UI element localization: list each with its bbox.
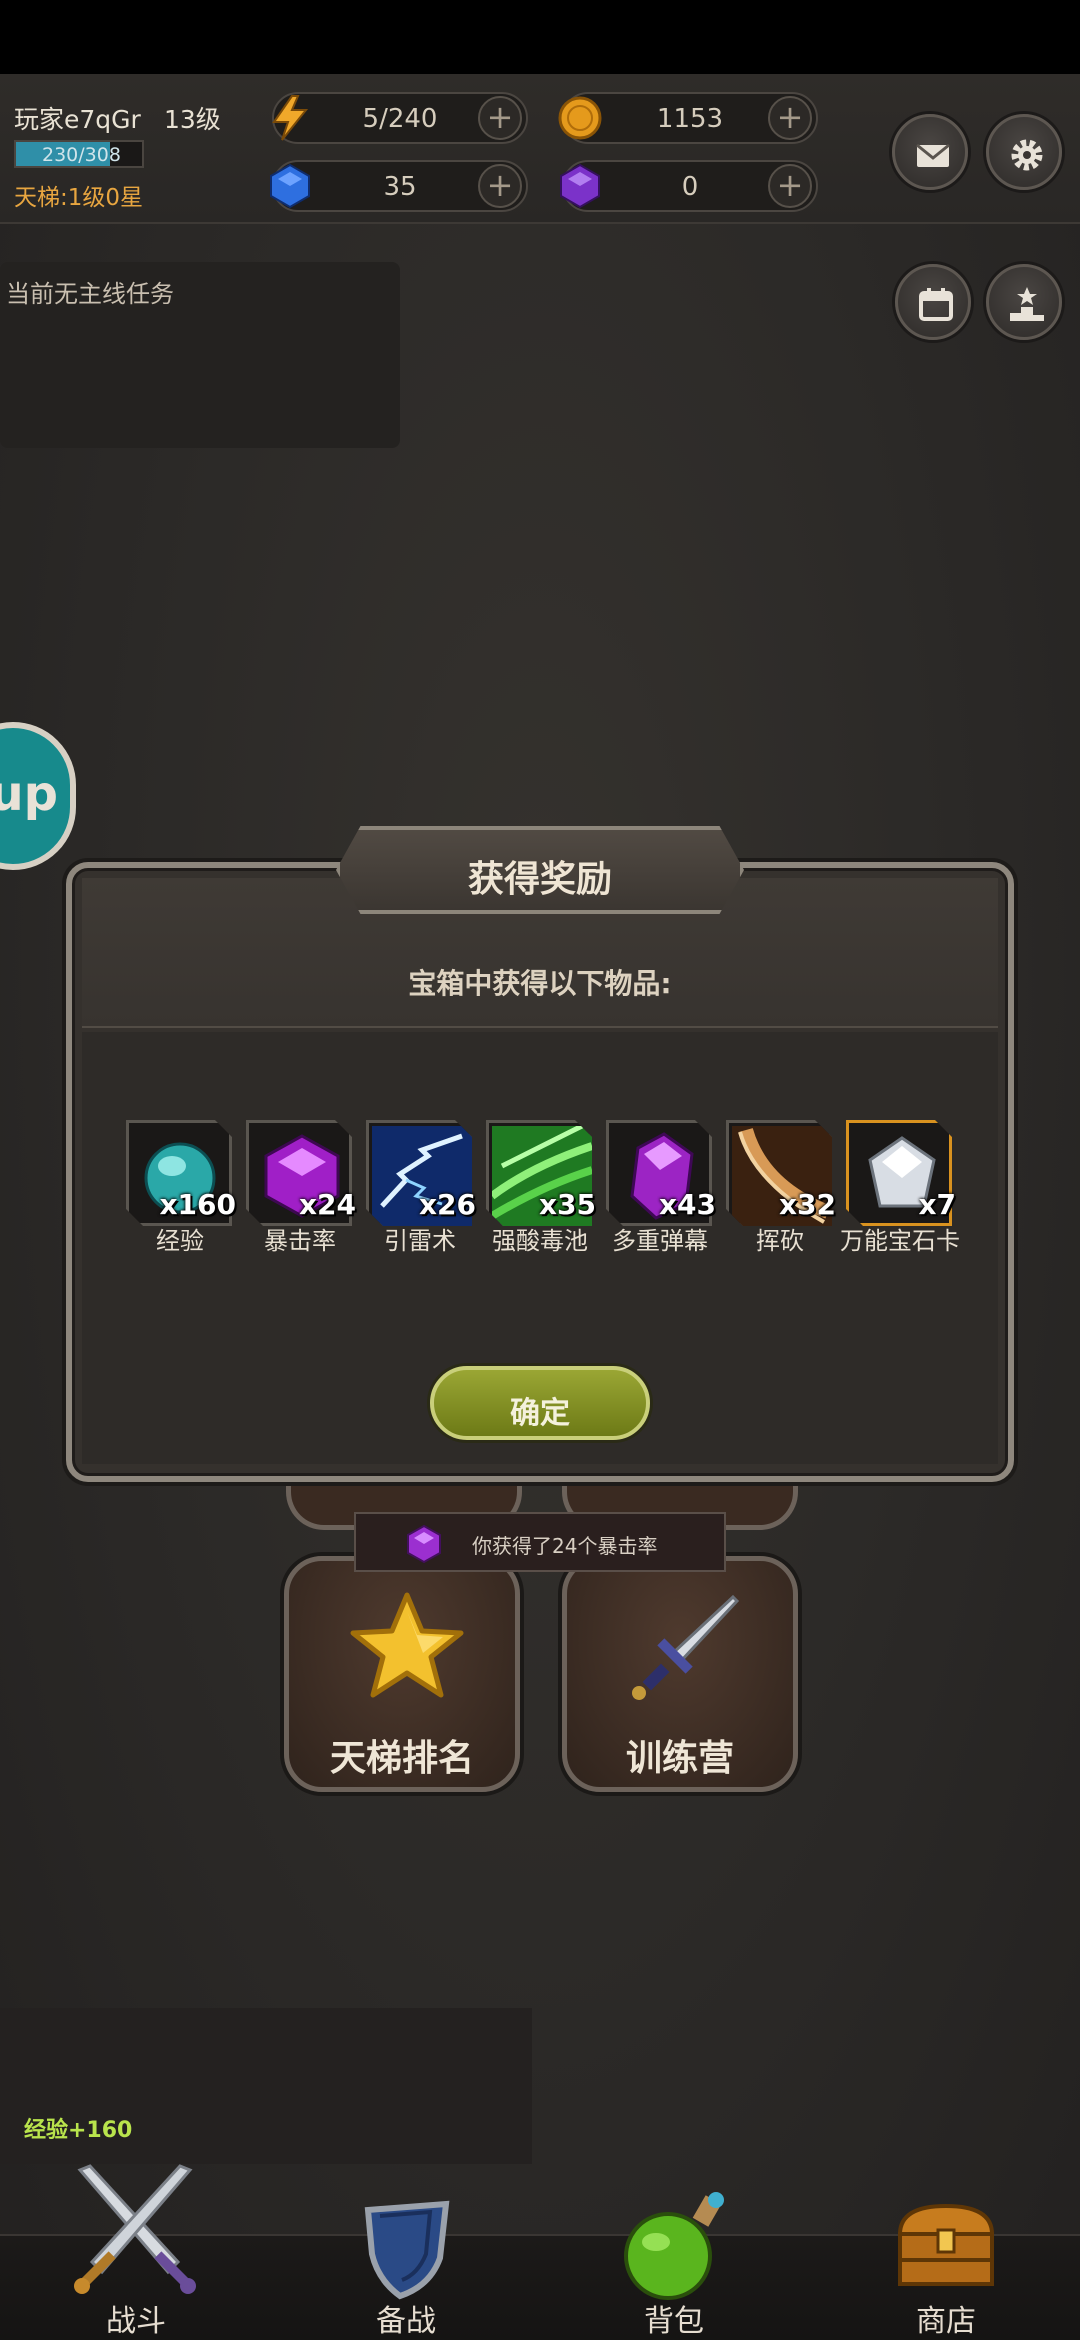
item-name: 经验 xyxy=(156,1227,204,1255)
reward-modal-title-plate: 获得奖励 xyxy=(336,826,744,914)
item-name: 多重弹幕 xyxy=(612,1227,708,1255)
confirm-button[interactable]: 确定 xyxy=(430,1366,650,1440)
item-count: x32 xyxy=(778,1188,836,1221)
item-name: 强酸毒池 xyxy=(492,1227,588,1255)
item-name: 万能宝石卡 xyxy=(840,1227,960,1255)
status-bar xyxy=(0,0,1080,74)
item-count: x7 xyxy=(918,1188,956,1221)
confirm-label: 确定 xyxy=(510,1396,570,1431)
item-name: 挥砍 xyxy=(756,1227,804,1255)
reward-modal-subtitle: 宝箱中获得以下物品: xyxy=(408,967,672,1000)
reward-items: x160 经验 x24 暴击率 x26 引雷术 x35 强酸毒池 x43 多重弹… xyxy=(126,1120,976,1280)
item-count: x160 xyxy=(159,1188,236,1221)
reward-modal-title: 获得奖励 xyxy=(467,859,612,900)
item-count: x24 xyxy=(298,1188,356,1221)
item-count: x43 xyxy=(658,1188,716,1221)
item-name: 引雷术 xyxy=(384,1227,456,1255)
item-count: x26 xyxy=(418,1188,476,1221)
item-name: 暴击率 xyxy=(264,1227,336,1255)
item-count: x35 xyxy=(538,1188,596,1221)
